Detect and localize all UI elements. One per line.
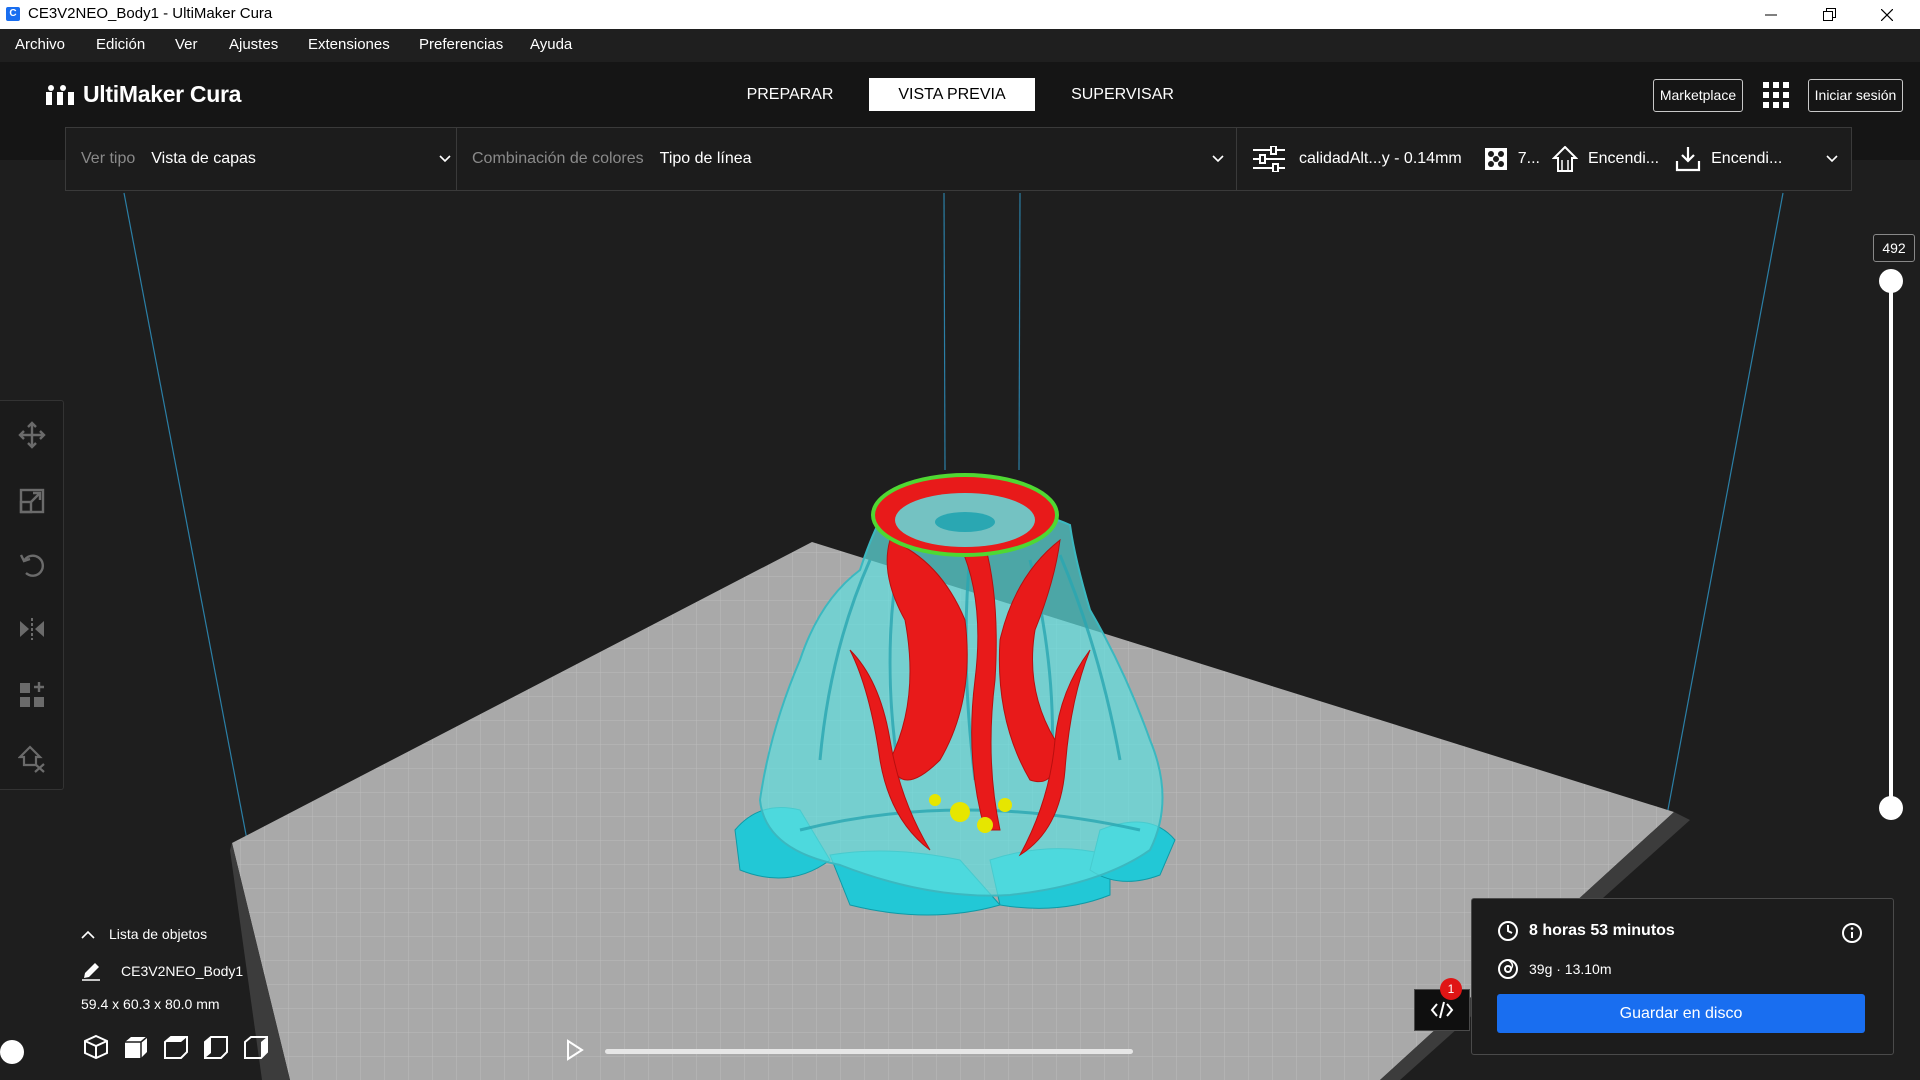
3d-view-icon[interactable] bbox=[83, 1034, 109, 1060]
layer-view-model bbox=[734, 473, 1176, 916]
support-blocker-button[interactable] bbox=[14, 741, 50, 777]
adhesion-icon bbox=[1676, 147, 1701, 172]
move-tool-button[interactable] bbox=[14, 417, 50, 453]
camera-view-buttons bbox=[83, 1034, 269, 1060]
object-list-header: Lista de objetos bbox=[109, 926, 208, 942]
ultimaker-logo-icon bbox=[46, 84, 74, 105]
support-blocker-icon bbox=[18, 745, 45, 773]
logo-text: UltiMaker Cura bbox=[83, 81, 242, 107]
window-title: CE3V2NEO_Body1 - UltiMaker Cura bbox=[28, 5, 273, 22]
print-info-button[interactable] bbox=[1841, 922, 1863, 944]
scale-tool-button[interactable] bbox=[14, 483, 50, 519]
per-model-settings-icon bbox=[20, 682, 44, 707]
infill-value: 7... bbox=[1517, 150, 1540, 167]
rotate-icon bbox=[19, 554, 45, 577]
menu-edicion[interactable]: Edición bbox=[96, 36, 145, 53]
apps-grid-icon bbox=[1763, 82, 1789, 108]
menu-ver[interactable]: Ver bbox=[175, 36, 198, 53]
right-view-icon[interactable] bbox=[243, 1034, 269, 1060]
tab-vista-previa[interactable]: VISTA PREVIA bbox=[869, 78, 1035, 111]
support-icon bbox=[1551, 146, 1578, 172]
menu-bar: Archivo Edición Ver Ajustes Extensiones … bbox=[0, 29, 1920, 62]
menu-ajustes[interactable]: Ajustes bbox=[229, 36, 278, 53]
per-model-settings-button[interactable] bbox=[14, 677, 50, 713]
divider bbox=[1236, 128, 1237, 190]
object-name: CE3V2NEO_Body1 bbox=[121, 963, 244, 979]
front-view-icon[interactable] bbox=[123, 1034, 149, 1060]
logo: UltiMaker Cura bbox=[45, 81, 241, 108]
color-scheme-value: Tipo de línea bbox=[659, 150, 752, 167]
print-time-row: 8 horas 53 minutos bbox=[1497, 920, 1675, 942]
sliders-icon bbox=[1253, 146, 1285, 172]
material-row: 39g · 13.10m bbox=[1497, 958, 1612, 980]
tool-panel bbox=[0, 400, 64, 790]
play-icon bbox=[567, 1039, 584, 1061]
chevron-down-icon bbox=[1826, 155, 1838, 163]
menu-preferencias[interactable]: Preferencias bbox=[419, 36, 503, 53]
mirror-icon bbox=[20, 618, 44, 640]
adhesion-value: Encendi... bbox=[1711, 150, 1783, 167]
left-view-icon[interactable] bbox=[203, 1034, 229, 1060]
close-button[interactable] bbox=[1864, 0, 1910, 29]
mirror-tool-button[interactable] bbox=[14, 611, 50, 647]
infill-icon bbox=[1484, 148, 1507, 170]
view-type-value: Vista de capas bbox=[151, 150, 256, 167]
title-bar: C CE3V2NEO_Body1 - UltiMaker Cura bbox=[0, 0, 1920, 29]
layer-number-input[interactable]: 492 bbox=[1873, 234, 1915, 262]
profile-value: calidadAlt...y - 0.14mm bbox=[1299, 150, 1462, 167]
object-name-row[interactable]: CE3V2NEO_Body1 bbox=[81, 961, 243, 981]
menu-extensiones[interactable]: Extensiones bbox=[308, 36, 390, 53]
spool-icon bbox=[1498, 959, 1518, 979]
close-icon bbox=[1881, 8, 1893, 21]
layer-slider-track[interactable] bbox=[1889, 280, 1893, 808]
object-list-toggle[interactable]: Lista de objetos bbox=[81, 926, 207, 942]
print-time: 8 horas 53 minutos bbox=[1529, 922, 1675, 939]
print-settings-dropdown[interactable]: calidadAlt...y - 0.14mm 7... Encendi... … bbox=[1253, 128, 1843, 190]
layer-slider-lower-handle[interactable] bbox=[1879, 796, 1903, 820]
code-icon bbox=[1430, 1001, 1454, 1019]
marketplace-button[interactable]: Marketplace bbox=[1653, 79, 1743, 112]
view-settings-bar: Ver tipo Vista de capas Combinación de c… bbox=[65, 127, 1852, 191]
view-type-label: Ver tipo bbox=[81, 150, 136, 167]
cura-app-icon: C bbox=[6, 7, 20, 21]
color-scheme-dropdown[interactable]: Combinación de colores Tipo de línea bbox=[472, 128, 1242, 190]
menu-ayuda[interactable]: Ayuda bbox=[530, 36, 572, 53]
rotate-tool-button[interactable] bbox=[14, 547, 50, 583]
move-icon bbox=[18, 421, 46, 449]
scale-icon bbox=[19, 488, 45, 514]
support-value: Encendi... bbox=[1587, 150, 1660, 167]
path-slider-track[interactable] bbox=[605, 1049, 1133, 1054]
info-icon bbox=[1842, 923, 1862, 943]
top-view-icon[interactable] bbox=[163, 1034, 189, 1060]
notification-badge: 1 bbox=[1440, 978, 1462, 1000]
layer-slider-upper-handle[interactable] bbox=[1879, 269, 1903, 293]
object-dimensions: 59.4 x 60.3 x 80.0 mm bbox=[81, 996, 220, 1012]
restore-icon bbox=[1822, 8, 1836, 21]
signin-button[interactable]: Iniciar sesión bbox=[1808, 79, 1903, 112]
play-button[interactable] bbox=[565, 1039, 585, 1061]
path-slider-handle[interactable] bbox=[0, 1040, 24, 1064]
pencil-icon bbox=[82, 963, 100, 981]
material-usage: 39g · 13.10m bbox=[1529, 961, 1612, 977]
save-to-disk-button[interactable]: Guardar en disco bbox=[1497, 994, 1865, 1033]
tab-supervisar[interactable]: SUPERVISAR bbox=[1040, 78, 1205, 111]
clock-icon bbox=[1498, 921, 1518, 941]
minimize-button[interactable] bbox=[1748, 0, 1794, 29]
view-type-dropdown[interactable]: Ver tipo Vista de capas bbox=[81, 128, 456, 190]
divider bbox=[456, 128, 457, 190]
chevron-up-icon bbox=[81, 930, 95, 939]
color-scheme-label: Combinación de colores bbox=[472, 150, 644, 167]
minimize-icon bbox=[1765, 14, 1777, 15]
restore-button[interactable] bbox=[1806, 0, 1852, 29]
chevron-down-icon bbox=[439, 155, 451, 163]
chevron-down-icon bbox=[1212, 155, 1224, 163]
menu-archivo[interactable]: Archivo bbox=[15, 36, 65, 53]
apps-grid-button[interactable] bbox=[1763, 82, 1789, 108]
tab-preparar[interactable]: PREPARAR bbox=[710, 78, 870, 111]
